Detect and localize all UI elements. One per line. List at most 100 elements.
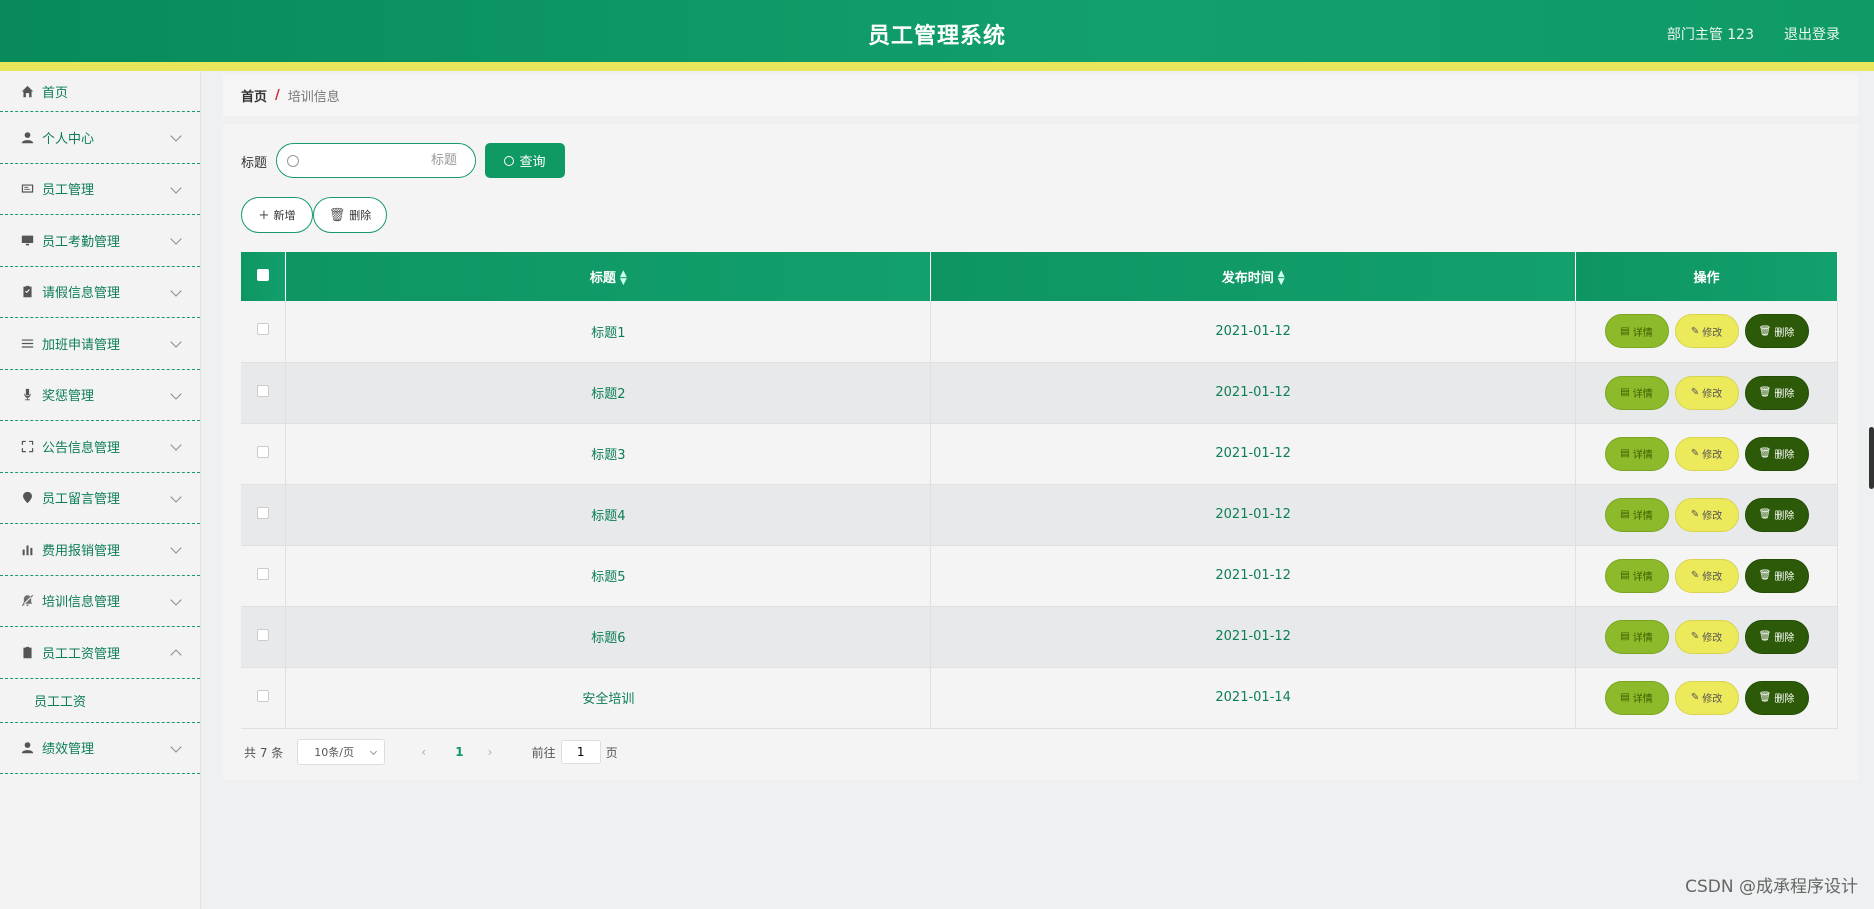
sidebar-subitem-employee-salary[interactable]: 员工工资 xyxy=(0,679,200,723)
detail-button[interactable]: ▤ 详情 xyxy=(1604,375,1669,410)
delete-label: 删除 xyxy=(1774,633,1795,644)
row-title: 标题1 xyxy=(285,301,932,363)
row-select-cell xyxy=(241,606,287,668)
edit-button[interactable]: ✎ 修改 xyxy=(1674,375,1739,410)
header-date[interactable]: 发布时间 ▲ ▼ xyxy=(930,252,1577,301)
row-checkbox[interactable] xyxy=(257,384,270,397)
sidebar-item-messages[interactable]: 员工留言管理 xyxy=(0,473,200,524)
delete-button[interactable]: 🗑 删除 xyxy=(1744,497,1809,532)
header-title[interactable]: 标题 ▲ ▼ xyxy=(285,252,932,301)
detail-button[interactable]: ▤ 详情 xyxy=(1604,314,1669,349)
chevron-down-icon xyxy=(170,542,182,554)
goto-page-input[interactable] xyxy=(560,740,601,764)
row-title: 标题6 xyxy=(285,606,932,668)
row-checkbox[interactable] xyxy=(257,689,270,702)
row-checkbox[interactable] xyxy=(257,323,270,336)
detail-button[interactable]: ▤ 详情 xyxy=(1604,558,1669,593)
add-button-label: 新增 xyxy=(273,209,296,222)
sidebar-item-salary[interactable]: 员工工资管理 xyxy=(0,627,200,679)
search-input[interactable] xyxy=(307,153,457,168)
row-checkbox[interactable] xyxy=(257,567,270,580)
header-op: 操作 xyxy=(1575,252,1838,301)
trash-icon: 🗑 xyxy=(1758,387,1772,398)
edit-button[interactable]: ✎ 修改 xyxy=(1674,558,1739,593)
sidebar-item-leave[interactable]: 请假信息管理 xyxy=(0,267,200,318)
row-checkbox[interactable] xyxy=(257,628,270,641)
sidebar-item-employees[interactable]: 员工管理 xyxy=(0,164,200,215)
trash-icon: 🗑 xyxy=(1758,509,1772,520)
logout-link[interactable]: 退出登录 xyxy=(1784,24,1840,44)
delete-button[interactable]: 🗑 删除 xyxy=(1744,375,1809,410)
breadcrumb-home[interactable]: 首页 xyxy=(241,86,267,105)
detail-button[interactable]: ▤ 详情 xyxy=(1604,436,1669,471)
delete-button[interactable]: 🗑 删除 xyxy=(1744,680,1809,715)
edit-button[interactable]: ✎ 修改 xyxy=(1674,497,1739,532)
fullscreen-icon xyxy=(20,439,34,453)
pencil-icon: ✎ xyxy=(1690,631,1700,642)
sidebar-item-rewards[interactable]: 奖惩管理 xyxy=(0,370,200,421)
sidebar-item-label: 加班申请管理 xyxy=(42,337,121,353)
row-select-cell xyxy=(241,667,287,729)
delete-button[interactable]: 🗑 删除 xyxy=(1744,619,1809,654)
sidebar-item-notices[interactable]: 公告信息管理 xyxy=(0,421,200,473)
batch-delete-button[interactable]: 🗑 删除 xyxy=(313,197,387,233)
chevron-down-icon xyxy=(170,594,182,606)
row-select-cell xyxy=(241,484,287,546)
page-suffix: 页 xyxy=(605,745,618,760)
row-checkbox[interactable] xyxy=(257,506,270,519)
next-page-button[interactable]: › xyxy=(488,745,498,759)
detail-label: 详情 xyxy=(1632,633,1653,644)
app-title: 员工管理系统 xyxy=(867,24,1006,49)
sidebar-item-label: 员工工资管理 xyxy=(42,646,121,662)
document-icon: ▤ xyxy=(1620,325,1630,337)
sidebar-item-profile[interactable]: 个人中心 xyxy=(0,112,200,164)
edit-button[interactable]: ✎ 修改 xyxy=(1674,314,1739,349)
sidebar-item-home[interactable]: 首页 xyxy=(0,71,200,112)
sidebar-item-label: 请假信息管理 xyxy=(42,286,121,302)
page-size-select[interactable]: 10条/页 xyxy=(297,739,386,765)
chevron-down-icon xyxy=(170,233,182,245)
search-field[interactable] xyxy=(276,143,476,178)
row-checkbox[interactable] xyxy=(257,445,270,458)
sidebar-item-expenses[interactable]: 费用报销管理 xyxy=(0,524,200,576)
sidebar-item-overtime[interactable]: 加班申请管理 xyxy=(0,318,200,370)
detail-button[interactable]: ▤ 详情 xyxy=(1604,619,1669,654)
delete-button[interactable]: 🗑 删除 xyxy=(1744,436,1809,471)
breadcrumb: 首页 / 培训信息 xyxy=(223,75,1858,116)
select-all-cell xyxy=(241,252,287,301)
scrollbar-handle[interactable] xyxy=(1869,427,1874,489)
query-button[interactable]: 查询 xyxy=(485,143,565,178)
sidebar-item-attendance[interactable]: 员工考勤管理 xyxy=(0,215,200,267)
current-user: 部门主管 123 xyxy=(1666,27,1754,43)
delete-label: 删除 xyxy=(1774,572,1795,583)
detail-label: 详情 xyxy=(1632,572,1653,583)
sort-icon[interactable]: ▲ ▼ xyxy=(620,270,627,287)
detail-button[interactable]: ▤ 详情 xyxy=(1604,497,1669,532)
bell-off-icon xyxy=(20,594,34,608)
sort-icon[interactable]: ▲ ▼ xyxy=(1278,270,1285,287)
edit-button[interactable]: ✎ 修改 xyxy=(1674,436,1739,471)
sidebar-item-label: 绩效管理 xyxy=(42,742,95,758)
prev-page-button[interactable]: ‹ xyxy=(421,745,431,759)
select-all-checkbox[interactable] xyxy=(257,268,270,281)
edit-button[interactable]: ✎ 修改 xyxy=(1674,619,1739,654)
search-icon xyxy=(504,155,515,166)
trash-icon: 🗑 xyxy=(1758,448,1772,459)
delete-button[interactable]: 🗑 删除 xyxy=(1744,558,1809,593)
detail-label: 详情 xyxy=(1632,327,1653,339)
user-icon xyxy=(20,741,34,755)
page-number-current[interactable]: 1 xyxy=(455,745,463,759)
sidebar-item-performance[interactable]: 绩效管理 xyxy=(0,723,200,774)
goto-label: 前往 xyxy=(531,745,556,760)
pencil-icon: ✎ xyxy=(1690,387,1700,398)
table-row: 标题4 2021-01-12 ▤ 详情 ✎ 修改 🗑 删除 xyxy=(241,484,1838,546)
edit-button[interactable]: ✎ 修改 xyxy=(1674,680,1739,715)
delete-button[interactable]: 🗑 删除 xyxy=(1744,314,1809,349)
sidebar-item-label: 员工管理 xyxy=(42,183,95,199)
chevron-down-icon xyxy=(170,130,182,142)
edit-label: 修改 xyxy=(1702,511,1723,522)
detail-button[interactable]: ▤ 详情 xyxy=(1604,680,1669,715)
add-button[interactable]: + 新增 xyxy=(241,197,313,233)
table-row: 标题6 2021-01-12 ▤ 详情 ✎ 修改 🗑 删除 xyxy=(241,606,1838,668)
sidebar-item-training[interactable]: 培训信息管理 xyxy=(0,576,200,627)
